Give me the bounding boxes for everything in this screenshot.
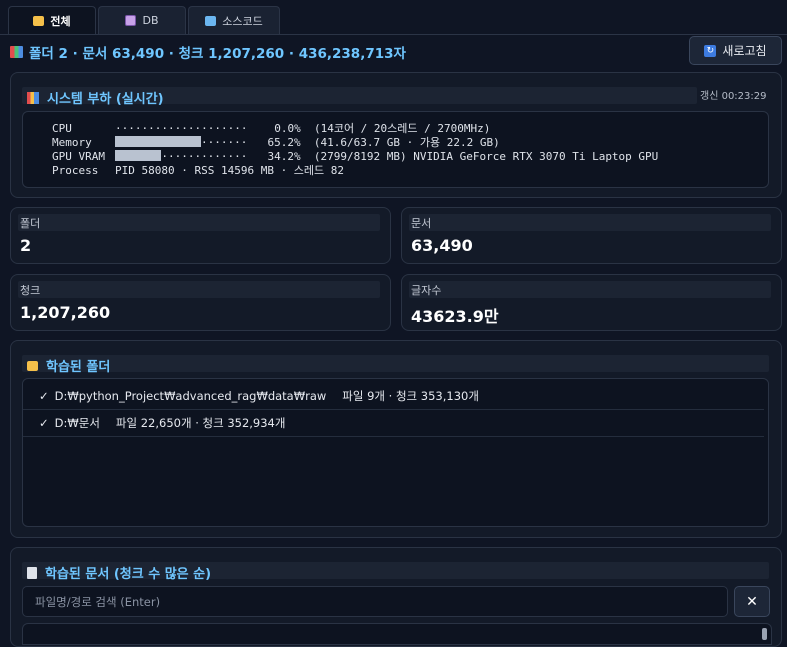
search-input[interactable] (22, 586, 728, 617)
refresh-icon: ↻ (704, 44, 717, 57)
tab-source-code[interactable]: 소스코드 (188, 6, 280, 34)
folder-info: 파일 9개 · 청크 353,130개 (342, 389, 479, 403)
computer-icon (205, 15, 217, 26)
meter-fill (115, 136, 202, 147)
stat-value: 1,207,260 (20, 303, 111, 322)
check-icon: ✓ (39, 416, 49, 430)
bar-chart-icon (27, 91, 39, 104)
stat-label: 청크 (20, 284, 41, 297)
system-stats-box: CPU ···················· 0.0% (14코어 / 20스… (22, 111, 769, 188)
stat-label-bar (409, 214, 771, 231)
list-item[interactable]: ✓ D:₩python_Project₩advanced_rag₩data₩ra… (23, 383, 764, 410)
list-item[interactable]: ✓ D:₩문서 파일 22,650개 · 청크 352,934개 (23, 410, 764, 437)
clear-button[interactable]: ✕ (734, 586, 770, 617)
tab-label: DB (142, 14, 159, 27)
tab-divider (0, 34, 787, 35)
stat-value: 2 (20, 236, 32, 255)
cpu-meter: ···················· (115, 122, 247, 135)
folder-icon (27, 360, 38, 371)
document-icon (27, 566, 37, 579)
stat-label-bar (409, 281, 771, 298)
document-list (22, 623, 772, 645)
meter-remainder: ···················· (115, 122, 248, 135)
tab-label: 소스코드 (222, 14, 263, 28)
cpu-row: CPU ···················· 0.0% (14코어 / 20스… (52, 122, 491, 135)
tab-db[interactable]: DB (98, 6, 186, 34)
floppy-disk-icon (125, 15, 137, 26)
stat-value: 43623.9만 (411, 307, 499, 326)
stat-label: 폴더 (20, 217, 41, 230)
gpu-row: GPU VRAM ············· 34.2% (2799/8192 M… (52, 150, 659, 163)
process-row: Process PID 58080 · RSS 14596 MB · 스레드 82 (52, 164, 345, 177)
stat-label-bar (18, 281, 380, 298)
tab-bar: 전체 DB 소스코드 (8, 6, 280, 34)
stat-label-bar (18, 214, 380, 231)
stat-label: 글자수 (411, 284, 442, 297)
system-load-title: 시스템 부하 (실시간) (27, 88, 164, 107)
learned-documents-title: 학습된 문서 (청크 수 많은 순) (27, 563, 211, 582)
folder-icon (33, 15, 45, 26)
folder-info: 파일 22,650개 · 청크 352,934개 (115, 416, 286, 430)
refresh-button[interactable]: ↻ 새로고침 (689, 36, 782, 65)
tab-label: 전체 (50, 14, 71, 28)
stat-label: 문서 (411, 217, 432, 230)
updated-time: 갱신 00:23:29 (700, 91, 767, 102)
summary-line: 폴더 2 · 문서 63,490 · 청크 1,207,260 · 436,23… (10, 42, 406, 62)
meter-remainder: ······· (201, 136, 248, 149)
folder-path: D:₩문서 (54, 416, 100, 430)
learned-folders-title: 학습된 폴더 (27, 356, 110, 375)
gpu-meter: ············· (115, 150, 247, 163)
summary-text: 폴더 2 · 문서 63,490 · 청크 1,207,260 · 436,23… (29, 46, 406, 62)
scrollbar[interactable] (762, 628, 767, 640)
folder-list: ✓ D:₩python_Project₩advanced_rag₩data₩ra… (22, 378, 769, 527)
section-header-bar (22, 355, 769, 372)
memory-row: Memory ······· 65.2% (41.6/63.7 GB · 가용 2… (52, 136, 500, 149)
tab-all[interactable]: 전체 (8, 6, 96, 34)
close-icon: ✕ (746, 593, 758, 610)
books-icon (10, 46, 23, 58)
refresh-label: 새로고침 (722, 44, 767, 58)
folder-path: D:₩python_Project₩advanced_rag₩data₩raw (54, 389, 327, 403)
check-icon: ✓ (39, 389, 49, 403)
stat-value: 63,490 (411, 236, 473, 255)
meter-fill (115, 150, 162, 161)
memory-meter: ······· (115, 136, 247, 149)
meter-remainder: ············· (161, 150, 248, 163)
